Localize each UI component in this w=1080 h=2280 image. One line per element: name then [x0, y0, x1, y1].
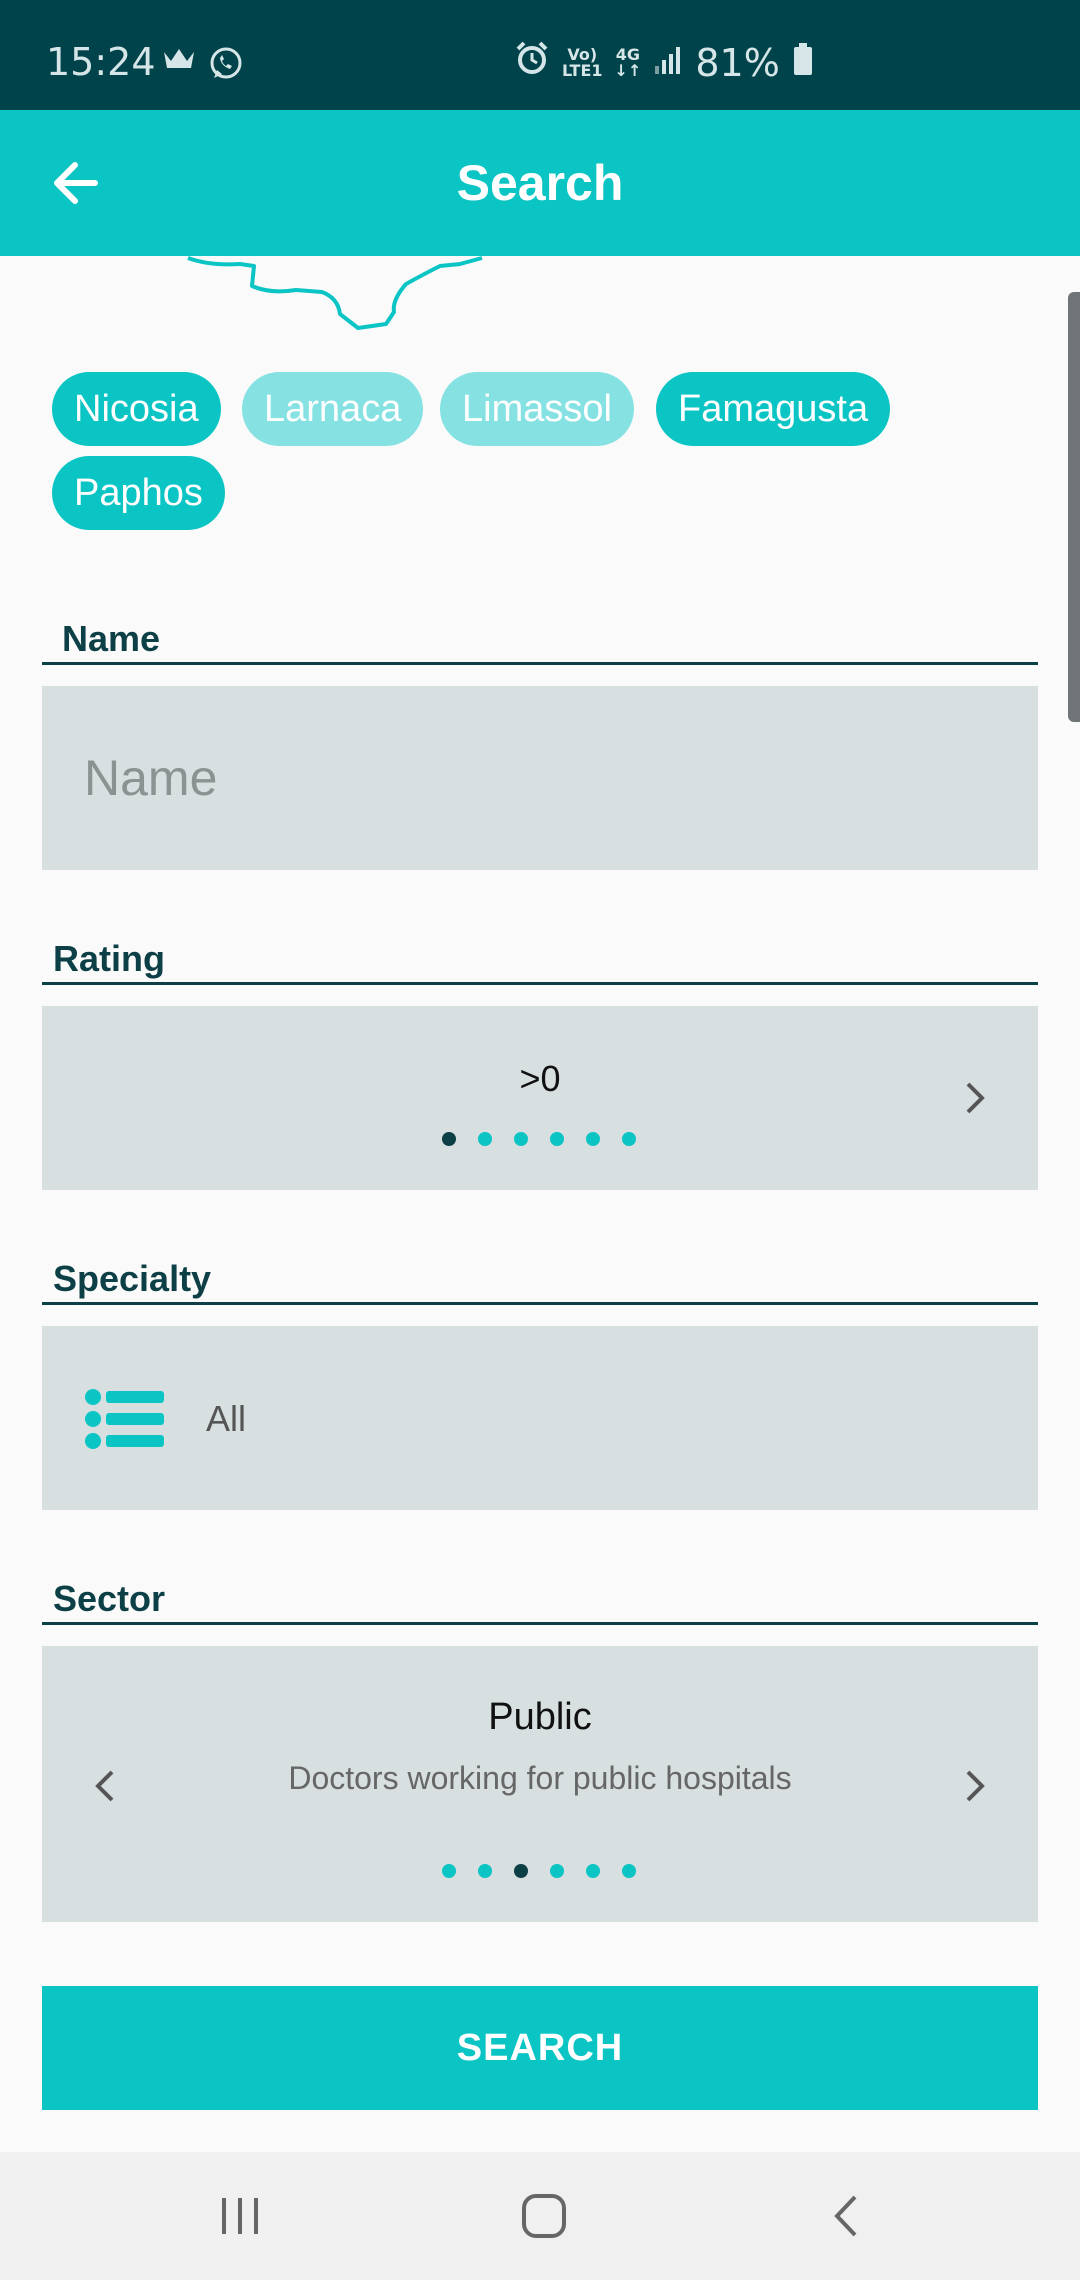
crown-icon	[162, 46, 196, 86]
status-time: 15:24	[46, 40, 156, 84]
battery-icon	[792, 41, 814, 85]
notification-icons	[162, 46, 244, 86]
rating-divider	[42, 982, 1038, 985]
chevron-right-icon	[966, 1082, 985, 1114]
specialty-selector[interactable]: All	[42, 1326, 1038, 1510]
status-bar: 15:24 Vo) LTE1 4G ↓↑ 81%	[0, 0, 1080, 110]
page-dot	[442, 1864, 456, 1878]
rating-value: >0	[519, 1058, 561, 1099]
page-title: Search	[456, 155, 624, 211]
app-bar: Search	[0, 110, 1080, 256]
page-dot	[550, 1864, 564, 1878]
scrollbar[interactable]	[1068, 292, 1080, 722]
recent-apps-button[interactable]	[210, 2186, 270, 2246]
specialty-label: Specialty	[53, 1258, 212, 1299]
home-icon	[522, 2194, 566, 2238]
chip-limassol[interactable]: Limassol	[440, 372, 634, 446]
rating-label: Rating	[53, 938, 165, 979]
page-dot	[586, 1132, 600, 1146]
sector-label: Sector	[53, 1578, 166, 1619]
name-input[interactable]	[42, 686, 1038, 870]
battery-percent: 81%	[695, 40, 780, 85]
page-dot	[586, 1864, 600, 1878]
alarm-icon	[514, 40, 550, 85]
chip-famagusta[interactable]: Famagusta	[656, 372, 891, 446]
chip-paphos[interactable]: Paphos	[52, 456, 225, 530]
name-field-container	[42, 686, 1038, 870]
data-indicator: 4G ↓↑	[614, 46, 642, 80]
specialty-value: All	[206, 1398, 247, 1439]
sector-description: Doctors working for public hospitals	[288, 1760, 792, 1796]
recent-apps-icon	[222, 2198, 258, 2234]
rating-next-button[interactable]	[956, 1078, 996, 1118]
volte-indicator: Vo) LTE1	[562, 46, 603, 80]
list-icon	[84, 1388, 164, 1455]
page-dot	[478, 1132, 492, 1146]
rating-selector[interactable]: >0	[42, 1006, 1038, 1190]
sector-title: Public	[488, 1696, 592, 1738]
page-dot	[442, 1132, 456, 1146]
page-dot	[622, 1864, 636, 1878]
data-arrows-icon: ↓↑	[614, 60, 642, 80]
sector-selector[interactable]: Public Doctors working for public hospit…	[42, 1646, 1038, 1922]
system-back-button[interactable]	[816, 2186, 876, 2246]
signal-icon	[653, 41, 683, 85]
system-status: Vo) LTE1 4G ↓↑ 81%	[514, 40, 814, 85]
page-dot	[514, 1132, 528, 1146]
name-divider	[42, 662, 1038, 665]
page-dot	[622, 1132, 636, 1146]
page-dot	[550, 1132, 564, 1146]
sector-next-button[interactable]	[956, 1766, 996, 1806]
home-button[interactable]	[514, 2186, 574, 2246]
name-label: Name	[62, 618, 161, 659]
sector-page-dots	[442, 1864, 636, 1878]
page-dot	[478, 1864, 492, 1878]
chip-larnaca[interactable]: Larnaca	[242, 372, 424, 446]
page-dot	[514, 1864, 528, 1878]
lte-label: LTE1	[562, 60, 603, 80]
specialty-divider	[42, 1302, 1038, 1305]
district-map[interactable]	[170, 256, 500, 336]
sector-divider	[42, 1622, 1038, 1625]
search-button[interactable]: SEARCH	[42, 1986, 1038, 2110]
chip-nicosia[interactable]: Nicosia	[52, 372, 221, 446]
rating-page-dots	[442, 1132, 636, 1146]
back-icon	[834, 2195, 857, 2237]
chevron-right-icon	[966, 1770, 985, 1802]
system-nav-bar	[0, 2152, 1080, 2280]
whatsapp-icon	[208, 46, 244, 86]
